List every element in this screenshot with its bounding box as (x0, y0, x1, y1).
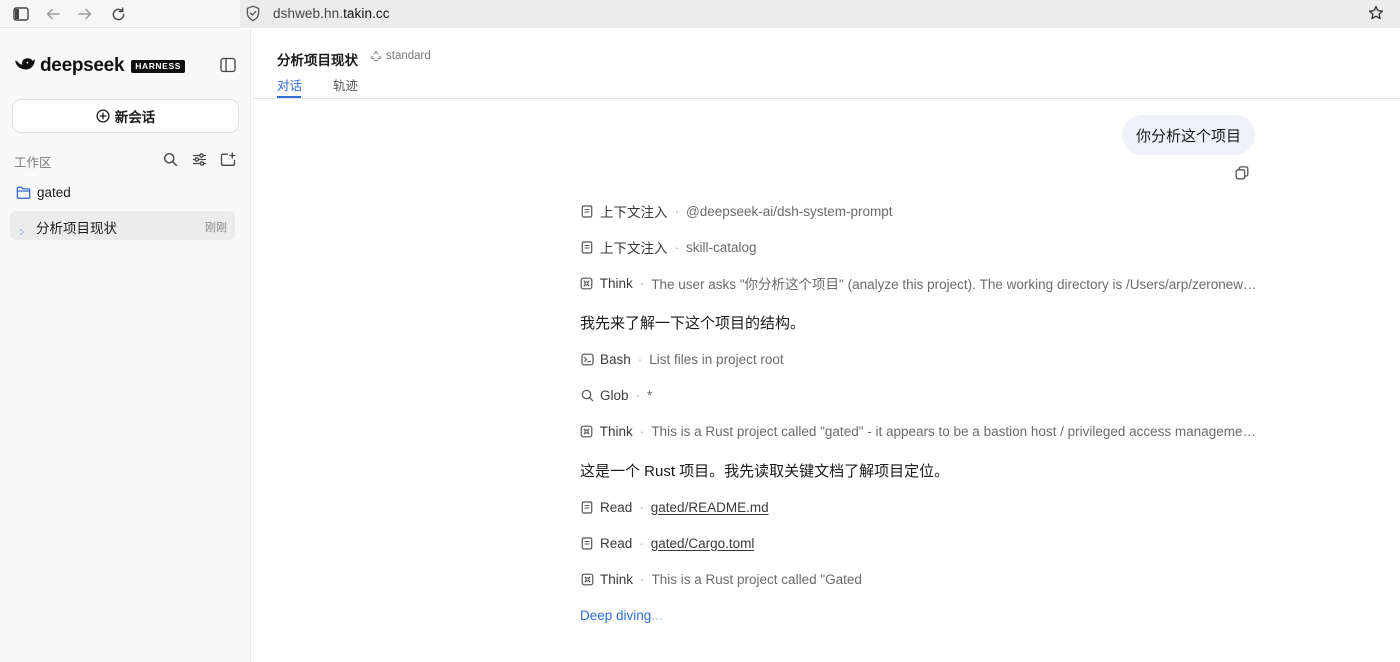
reload-icon[interactable] (108, 4, 128, 24)
app-logo[interactable]: deepseek HARNESS (14, 55, 185, 77)
user-message: 你分析这个项目 (1121, 115, 1255, 155)
document-icon (580, 204, 594, 218)
step-detail: skill-catalog (686, 239, 757, 255)
step-detail: This is a Rust project called "Gated (651, 571, 862, 587)
url-text: dshweb.hn.takin.cc (273, 6, 390, 21)
conversation-header: 分析项目现状 standard 对话 轨迹 (252, 29, 1400, 99)
step-kind: 上下文注入 (600, 241, 668, 256)
step-detail: The user asks "你分析这个项目" (analyze this pr… (651, 277, 1260, 292)
new-folder-icon[interactable] (219, 150, 237, 168)
filter-sliders-icon[interactable] (190, 150, 208, 168)
mode-label: standard (386, 50, 431, 62)
step-kind: Bash (600, 351, 631, 367)
step-context-injection[interactable]: 上下文注入 · @deepseek-ai/dsh-system-prompt (580, 201, 1260, 221)
step-think[interactable]: Think · This is a Rust project called "g… (580, 421, 1260, 441)
step-read[interactable]: Read · gated/Cargo.toml (580, 533, 1260, 553)
think-icon (580, 276, 594, 290)
conversation-title: 分析项目现状 (277, 53, 358, 68)
step-separator: · (639, 423, 645, 439)
shield-icon[interactable] (246, 5, 260, 22)
file-link[interactable]: gated/Cargo.toml (651, 536, 755, 551)
workspace-folder[interactable]: gated (16, 185, 71, 200)
step-kind: Think (600, 571, 634, 587)
step-kind: Think (599, 275, 633, 291)
step-detail: @deepseek-ai/dsh-system-prompt (686, 203, 893, 219)
loading-dots-icon (20, 222, 24, 235)
step-separator: · (637, 351, 643, 367)
folder-icon (16, 186, 31, 199)
copy-icon[interactable] (1234, 165, 1250, 181)
recycle-icon (370, 50, 382, 62)
step-separator: · (639, 275, 645, 291)
step-detail: This is a Rust project called "gated" - … (651, 423, 1260, 439)
step-separator: · (674, 203, 680, 219)
sidebar: deepseek HARNESS 新会话 工作区 gated 分析项目现状 刚刚 (0, 29, 251, 662)
status-ellipsis: ... (651, 608, 663, 623)
workspace-label: 工作区 (14, 156, 52, 170)
step-kind: 上下文注入 (600, 205, 668, 220)
step-detail: * (647, 387, 653, 403)
tab-trajectory[interactable]: 轨迹 (333, 75, 358, 94)
session-time: 刚刚 (205, 222, 227, 234)
step-kind: Read (600, 499, 633, 515)
status-text: Deep diving (580, 608, 652, 623)
step-detail: List files in project root (649, 351, 784, 367)
step-think[interactable]: Think · This is a Rust project called "G… (580, 569, 1260, 589)
new-chat-button[interactable]: 新会话 (12, 99, 239, 133)
terminal-icon (580, 352, 594, 366)
step-context-injection[interactable]: 上下文注入 · skill-catalog (580, 237, 1260, 257)
collapse-sidebar-icon[interactable] (219, 56, 237, 74)
back-icon[interactable] (43, 4, 63, 24)
logo-text: deepseek (40, 55, 125, 76)
file-link[interactable]: gated/README.md (651, 500, 769, 515)
whale-icon (14, 56, 36, 77)
active-tab-indicator (277, 96, 301, 98)
mode-indicator: standard (370, 50, 431, 62)
logo-badge: HARNESS (131, 59, 185, 73)
step-kind: Read (600, 535, 633, 551)
status-indicator: Deep diving... (580, 608, 663, 623)
step-separator: · (639, 499, 644, 515)
assistant-text: 这是一个 Rust 项目。我先读取关键文档了解项目定位。 (580, 463, 950, 480)
think-icon (580, 572, 594, 586)
think-icon (580, 424, 594, 438)
session-item[interactable]: 分析项目现状 刚刚 (10, 211, 235, 240)
step-separator: · (635, 387, 641, 403)
step-kind: Glob (600, 387, 629, 403)
step-separator: · (674, 239, 680, 255)
step-separator: · (639, 535, 644, 551)
forward-icon[interactable] (75, 4, 95, 24)
step-separator: · (640, 571, 645, 587)
document-icon (580, 240, 594, 254)
session-title: 分析项目现状 (36, 221, 117, 236)
plus-circle-icon (96, 109, 110, 123)
address-bar[interactable]: dshweb.hn.takin.cc (240, 0, 1400, 28)
folder-name: gated (37, 185, 71, 200)
step-bash[interactable]: Bash · List files in project root (580, 349, 1260, 369)
document-icon (580, 536, 594, 550)
tab-conversation[interactable]: 对话 (277, 75, 302, 94)
step-glob[interactable]: Glob · * (580, 385, 1260, 405)
new-chat-label: 新会话 (114, 110, 156, 125)
document-icon (580, 500, 594, 514)
sidebar-toggle-icon[interactable] (11, 4, 31, 24)
search-icon[interactable] (161, 150, 179, 168)
browser-toolbar: dshweb.hn.takin.cc (0, 0, 1400, 28)
step-read[interactable]: Read · gated/README.md (580, 497, 1260, 517)
assistant-text: 我先来了解一下这个项目的结构。 (580, 315, 806, 332)
step-think[interactable]: Think · The user asks "你分析这个项目" (analyze… (580, 273, 1260, 293)
search-icon (580, 388, 594, 402)
step-kind: Think (599, 423, 633, 439)
bookmark-star-icon[interactable] (1368, 5, 1384, 21)
